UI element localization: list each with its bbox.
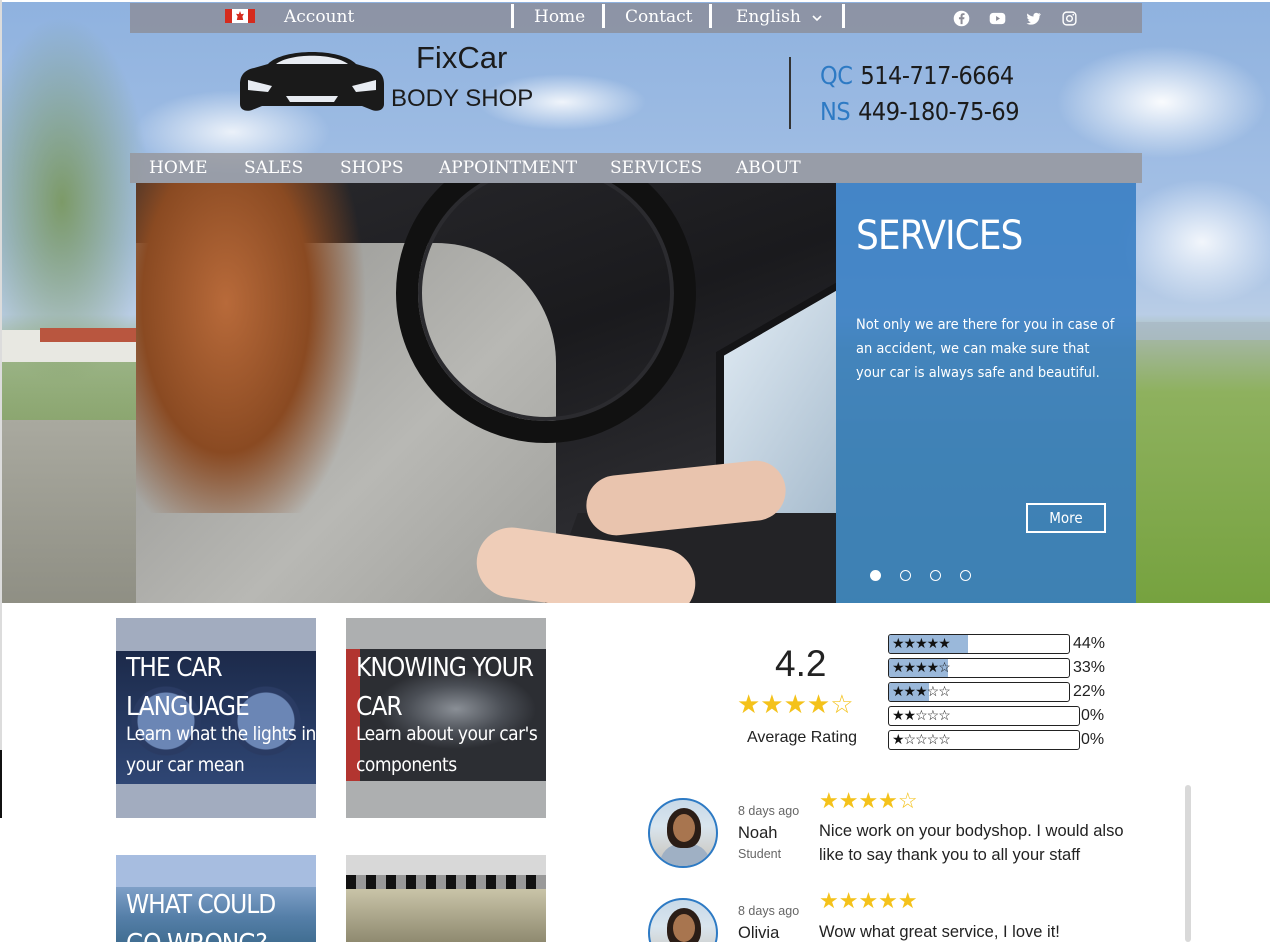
rating-bar: ★☆☆☆☆ [888,730,1080,750]
phone-number: 449-180-75-69 [858,97,1020,126]
card-knowing-your-car[interactable]: KNOWING YOUR CAR Learn about your car's … [346,618,546,818]
review-name: Olivia [738,924,780,942]
phone-number: 514-717-6664 [860,61,1014,90]
background-barn-roof [40,328,136,342]
phone-code: NS [820,97,851,126]
slider-title: SERVICES [856,213,1023,259]
account-link[interactable]: Account [284,7,354,27]
slider-dot[interactable] [900,570,911,581]
left-edge-dark [0,750,2,818]
card-title: KNOWING YOUR CAR [356,653,534,722]
phone-code: QC [820,61,853,90]
nav-sales[interactable]: SALES [244,158,303,178]
card-car-language[interactable]: THE CAR LANGUAGE Learn what the lights i… [116,618,316,818]
brand-name[interactable]: FixCar [416,40,507,76]
language-select[interactable]: English [736,7,822,27]
rating-bar-stars: ★★★★☆ [892,659,951,675]
more-button[interactable]: More [1026,503,1106,533]
rating-bar-stars: ★★★★★ [892,635,951,651]
nav-home[interactable]: HOME [149,158,208,178]
twitter-icon[interactable] [1025,10,1042,27]
nav-appointment[interactable]: APPOINTMENT [439,158,577,178]
reviews-scrollbar[interactable] [1185,785,1191,942]
background-road [2,420,136,603]
review-date: 8 days ago [738,804,800,818]
slider-dot[interactable] [930,570,941,581]
phone-qc[interactable]: QC 514-717-6664 [820,61,1014,90]
nav-about[interactable]: ABOUT [736,158,801,178]
rating-bar: ★★★★☆ [888,658,1070,678]
top-bar-divider [511,4,514,28]
slider-text: Not only we are there for you in case of… [856,317,1115,381]
top-contact-link[interactable]: Contact [625,7,693,27]
rating-bar: ★★☆☆☆ [888,706,1080,726]
phone-ns[interactable]: NS 449-180-75-69 [820,97,1020,126]
review-stars: ★★★★★ [819,888,918,913]
card-image [346,875,546,942]
card-subtitle: Learn about your car's components [356,723,538,776]
rating-bar-percent: 44% [1073,635,1106,652]
review-date: 8 days ago [738,904,800,918]
average-rating-stars: ★★★★☆ [737,689,854,719]
review-stars: ★★★★☆ [819,788,918,813]
top-home-link[interactable]: Home [534,7,585,27]
left-edge [0,0,2,750]
rating-bar-stars: ★☆☆☆☆ [892,731,951,747]
rating-bar: ★★★★★ [888,634,1070,654]
card-title: WHAT COULD GO WRONG? [126,890,276,942]
brand-tagline: BODY SHOP [391,85,534,112]
rating-bar-percent: 0% [1081,707,1105,724]
top-bar-divider [602,4,605,28]
review-text: Wow what great service, I love it! [819,923,1060,941]
card-film[interactable] [346,855,546,942]
avatar [648,898,718,942]
top-bar-divider [842,4,845,28]
instagram-icon[interactable] [1061,10,1078,27]
rating-bar-stars: ★★★☆☆ [892,683,951,699]
rating-bar-percent: 22% [1073,683,1106,700]
avatar [648,798,718,868]
rating-bar-stars: ★★☆☆☆ [892,707,951,723]
chevron-down-icon [812,15,822,22]
slider-caption-panel: SERVICES Not only we are there for you i… [836,183,1136,603]
canada-flag-icon[interactable] [225,9,255,23]
slider-dot[interactable] [870,570,881,581]
review-role: Student [738,847,782,861]
top-bar-divider [709,4,712,28]
language-label: English [736,7,801,27]
nav-services[interactable]: SERVICES [610,158,702,178]
rating-bar-percent: 33% [1073,659,1106,676]
rating-bar-percent: 0% [1081,731,1105,748]
review-text: Nice work on your bodyshop. I would also… [819,822,1124,864]
top-bar: Account Home Contact English [130,3,1142,33]
header-divider [789,57,791,129]
background-hills [1136,322,1270,342]
card-what-could-go-wrong[interactable]: WHAT COULD GO WRONG? [116,855,316,942]
car-logo-icon[interactable] [238,44,386,114]
slider-image [136,183,836,603]
nav-shops[interactable]: SHOPS [340,158,404,178]
background-field [1136,340,1270,603]
youtube-icon[interactable] [989,10,1006,27]
facebook-icon[interactable] [953,10,970,27]
review-name: Noah [738,824,778,842]
slider-dot[interactable] [960,570,971,581]
card-subtitle: Learn what the lights in your car mean [126,723,316,776]
rating-bar: ★★★☆☆ [888,682,1070,702]
average-rating-label: Average Rating [747,729,857,746]
main-nav: HOME SALES SHOPS APPOINTMENT SERVICES AB… [130,153,1142,183]
average-rating-value: 4.2 [775,643,827,684]
card-title: THE CAR LANGUAGE [126,653,250,722]
